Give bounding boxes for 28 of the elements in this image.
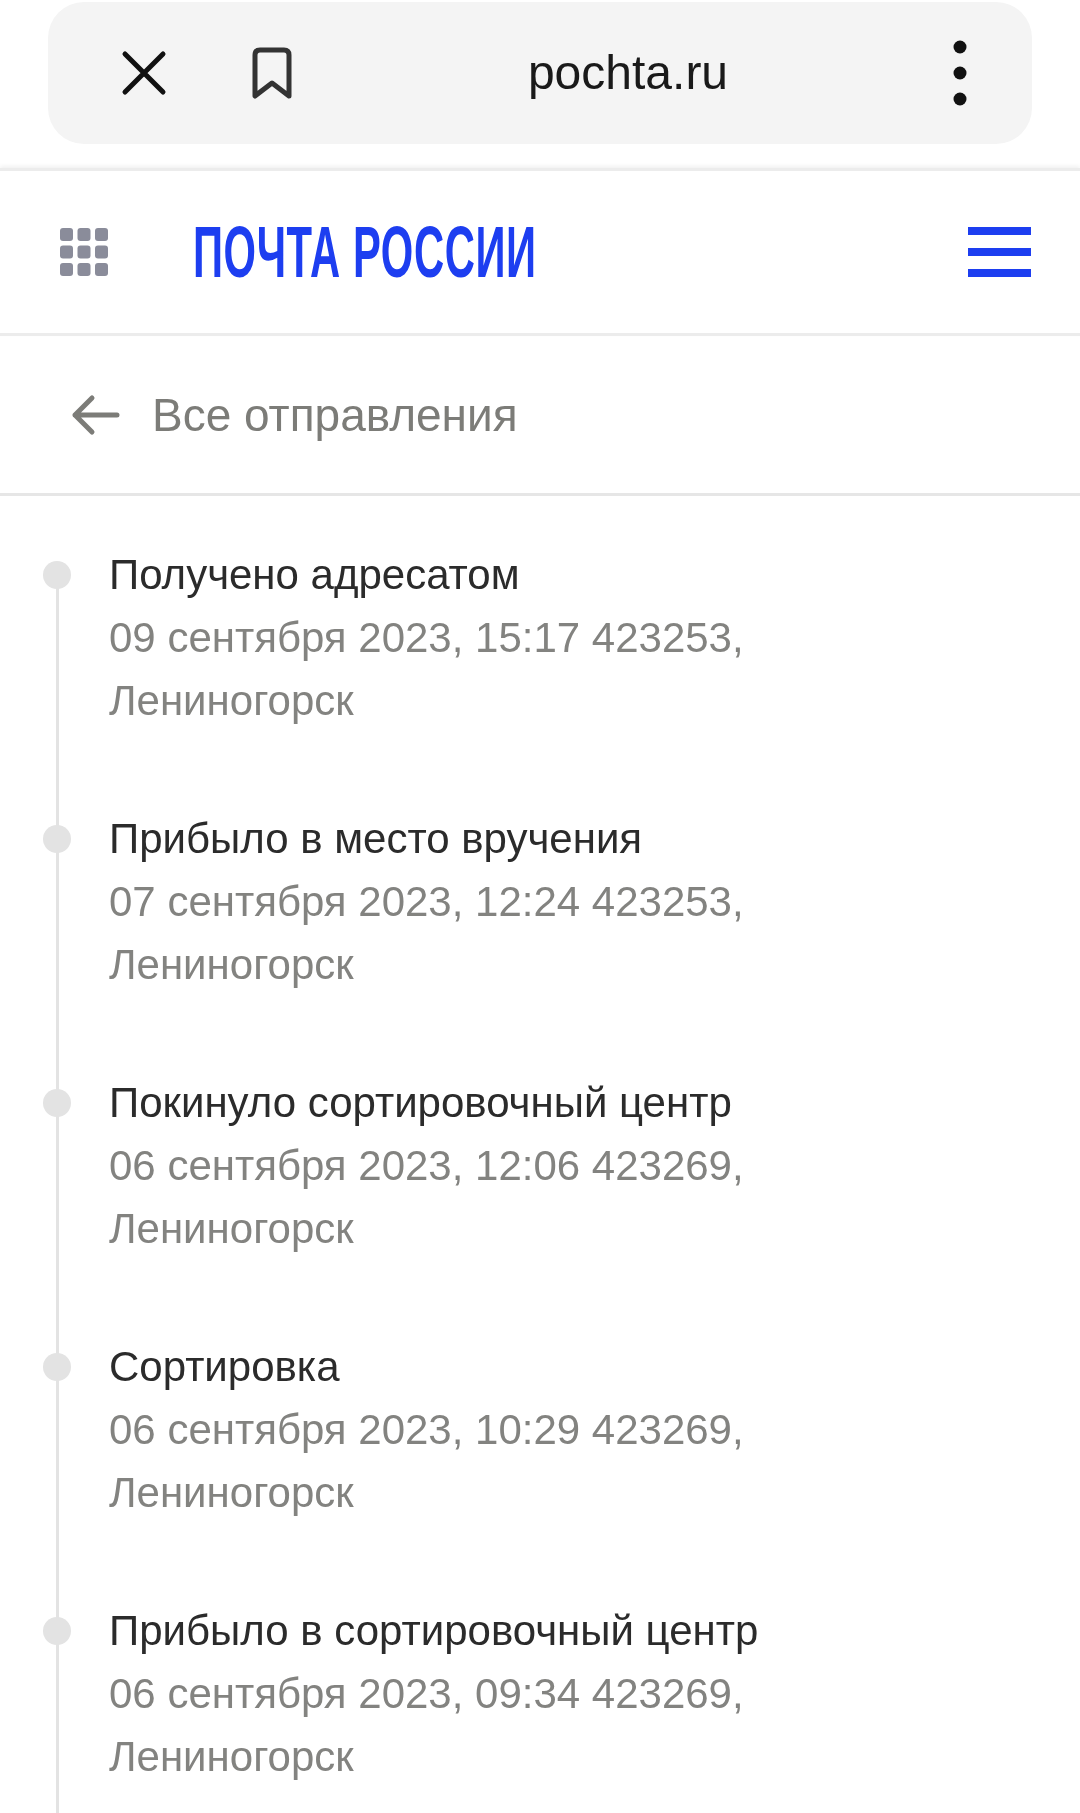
event-details: 06 сентября 2023, 12:06 423269, Лениногорск [109,1141,745,1254]
timeline-dot-icon [43,1089,71,1117]
event-details: 06 сентября 2023, 10:29 423269, Лениногорск [109,1405,745,1518]
bookmark-icon [251,47,293,99]
event-details: 06 сентября 2023, 09:34 423269, Лениногорск [109,1669,745,1782]
event-status: Сортировка [109,1342,341,1392]
grid-icon [60,228,108,276]
more-vertical-icon [953,40,967,106]
bookmark-button[interactable] [251,47,293,99]
event-status: Покинуло сортировочный центр [109,1078,733,1128]
more-button[interactable] [953,40,967,106]
event-status: Получено адресатом [109,550,521,600]
url-text[interactable]: pochta.ru [517,49,729,97]
close-button[interactable] [121,50,167,96]
menu-button[interactable] [968,227,1031,277]
timeline-dot-icon [43,1617,71,1645]
back-arrow-icon [70,393,120,436]
timeline-dot-icon [43,1353,71,1381]
timeline-dot-icon [43,561,71,589]
menu-icon [968,227,1031,277]
services-menu-button[interactable] [60,228,108,276]
event-status: Прибыло в место вручения [109,814,644,864]
event-status: Прибыло в сортировочный центр [109,1606,760,1656]
site-logo[interactable]: ПОЧТА РОССИИ [193,216,537,288]
timeline-dot-icon [43,825,71,853]
event-details: 09 сентября 2023, 15:17 423253, Лениногорск [109,613,745,726]
event-details: 07 сентября 2023, 12:24 423253, Лениногорск [109,877,745,990]
close-icon [121,50,167,96]
